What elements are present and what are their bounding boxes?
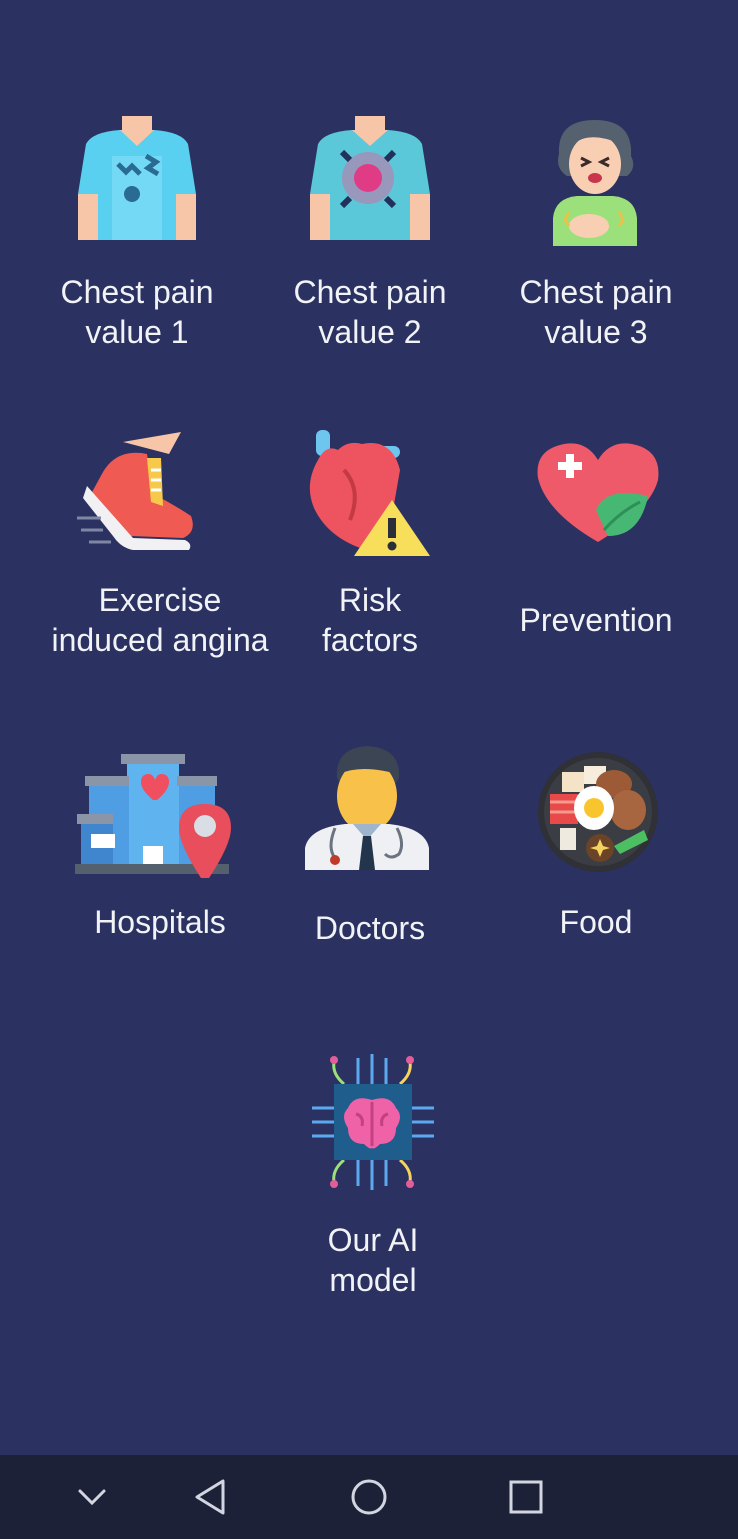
tile-food[interactable]: Food bbox=[494, 744, 698, 944]
tile-label: Chest pain value 3 bbox=[519, 274, 673, 350]
tile-risk-factors[interactable]: Risk factors bbox=[268, 424, 472, 674]
tile-exercise-induced-angina[interactable]: Exercise induced angina bbox=[35, 424, 285, 674]
tile-chest-pain-value-1[interactable]: Chest pain value 1 bbox=[35, 110, 239, 360]
recents-icon[interactable] bbox=[502, 1475, 550, 1519]
doctor-icon bbox=[305, 746, 429, 870]
tile-our-ai-model[interactable]: Our AI model bbox=[268, 1050, 478, 1310]
food-plate-icon bbox=[538, 752, 658, 872]
chevron-down-icon[interactable] bbox=[68, 1475, 116, 1519]
back-icon[interactable] bbox=[187, 1475, 235, 1519]
heart-warning-icon bbox=[309, 430, 430, 556]
tile-label: Exercise induced angina bbox=[51, 582, 269, 658]
ai-brain-chip-icon bbox=[312, 1054, 434, 1190]
hospital-location-icon bbox=[75, 754, 231, 878]
system-navigation-bar bbox=[0, 1455, 738, 1539]
chest-pain-shirt-icon bbox=[78, 116, 196, 240]
tile-label: Chest pain value 1 bbox=[60, 274, 214, 350]
tile-label: Doctors bbox=[314, 910, 426, 946]
tile-hospitals[interactable]: Hospitals bbox=[35, 744, 285, 944]
chest-pain-radiating-icon bbox=[310, 116, 430, 240]
tile-doctors[interactable]: Doctors bbox=[268, 744, 472, 954]
tile-label: Hospitals bbox=[94, 904, 226, 940]
tile-label: Our AI model bbox=[327, 1222, 419, 1298]
tile-chest-pain-value-3[interactable]: Chest pain value 3 bbox=[494, 110, 698, 360]
running-shoe-icon bbox=[77, 432, 193, 550]
person-in-pain-icon bbox=[553, 120, 637, 246]
heart-leaf-icon bbox=[537, 443, 659, 542]
tile-label: Chest pain value 2 bbox=[293, 274, 447, 350]
tile-prevention[interactable]: Prevention bbox=[494, 424, 698, 674]
tile-chest-pain-value-2[interactable]: Chest pain value 2 bbox=[268, 110, 472, 360]
tile-label: Prevention bbox=[519, 602, 673, 638]
tile-label: Risk factors bbox=[321, 582, 419, 658]
home-icon[interactable] bbox=[345, 1475, 393, 1519]
tile-label: Food bbox=[559, 904, 633, 940]
